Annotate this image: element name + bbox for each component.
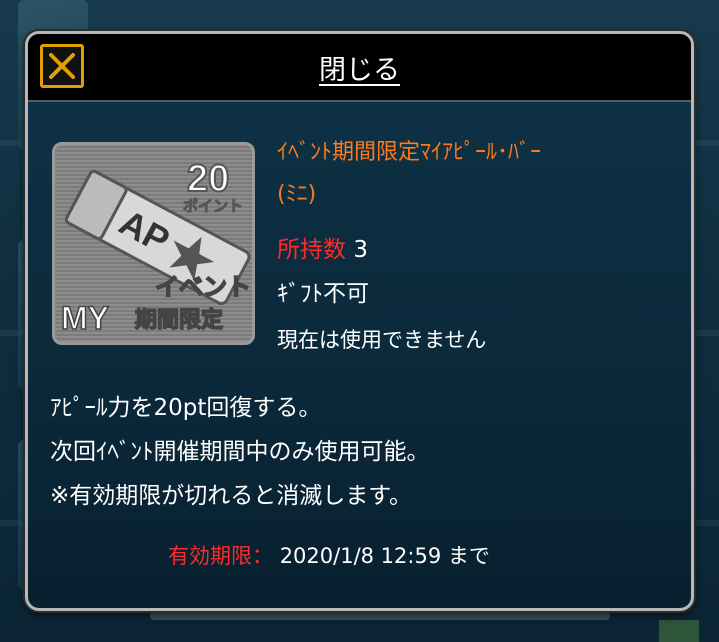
background-icon — [659, 620, 699, 642]
item-name-line1: ｲﾍﾞﾝﾄ期間限定ﾏｲｱﾋﾟｰﾙ･ﾊﾞｰ — [277, 140, 542, 165]
close-link-label[interactable]: 閉じる — [319, 55, 400, 86]
appeal-bar-icon: AP 20 ポイント イベント MY 期間限定 — [60, 157, 252, 337]
expiry-label: 有効期限： — [168, 544, 273, 568]
description-line: ｱﾋﾟｰﾙ力を20pt回復する。 — [50, 395, 322, 421]
icon-my-text: MY — [61, 300, 109, 336]
description-line: 次回ｲﾍﾞﾝﾄ開催期間中のみ使用可能。 — [50, 439, 430, 465]
description-line: ※有効期限が切れると消滅します。 — [50, 483, 412, 509]
owned-count-value: 3 — [353, 237, 368, 263]
item-name-line2: (ﾐﾆ) — [277, 182, 317, 207]
icon-points-unit: ポイント — [183, 197, 243, 215]
dialog-title-close-link[interactable]: 閉じる — [28, 48, 691, 87]
gift-status: ｷﾞﾌﾄ不可 — [277, 281, 369, 307]
dialog-header: 閉じる — [28, 34, 691, 102]
usable-status: 現在は使用できません — [277, 328, 487, 352]
owned-count-row: 所持数 3 — [277, 230, 368, 264]
expiry-value: 2020/1/8 12:59 まで — [279, 544, 490, 568]
icon-points-number: 20 — [187, 158, 229, 200]
expiry-row: 有効期限： 2020/1/8 12:59 まで — [168, 540, 490, 570]
owned-count-label: 所持数 — [277, 237, 346, 263]
item-detail-dialog: 閉じる AP 20 ポイント イベント MY 期間限定 ｲﾍﾞﾝﾄ期間限定ﾏｲｱ… — [25, 31, 694, 611]
item-name: ｲﾍﾞﾝﾄ期間限定ﾏｲｱﾋﾟｰﾙ･ﾊﾞｰ (ﾐﾆ) — [277, 132, 677, 216]
icon-event-text: イベント — [155, 273, 251, 301]
icon-limited-text: 期間限定 — [135, 307, 223, 333]
item-description: ｱﾋﾟｰﾙ力を20pt回復する。 次回ｲﾍﾞﾝﾄ開催期間中のみ使用可能。 ※有効… — [50, 386, 670, 518]
item-icon: AP 20 ポイント イベント MY 期間限定 — [52, 142, 255, 345]
